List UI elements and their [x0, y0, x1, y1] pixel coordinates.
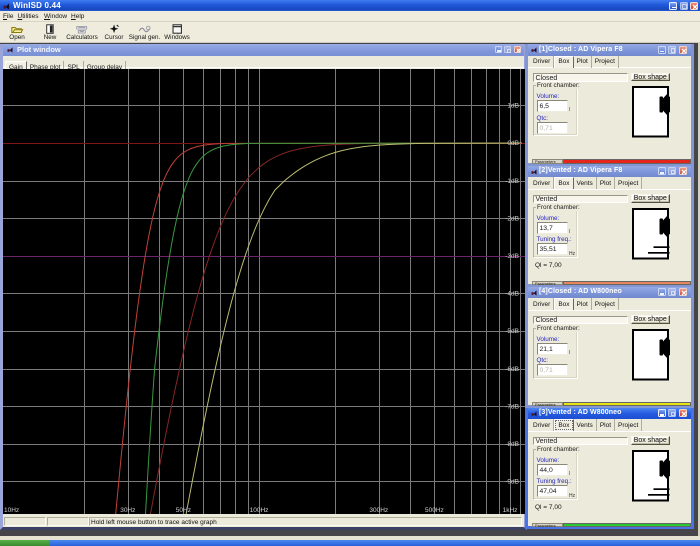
svg-text:-3dB: -3dB: [505, 253, 519, 260]
svg-text:-1dB: -1dB: [505, 178, 519, 185]
svg-text:-4dB: -4dB: [505, 291, 519, 298]
svg-text:-2dB: -2dB: [505, 215, 519, 222]
svg-text:100Hz: 100Hz: [250, 507, 269, 514]
svg-text:300Hz: 300Hz: [369, 507, 388, 514]
svg-text:-5dB: -5dB: [505, 328, 519, 335]
svg-text:500Hz: 500Hz: [425, 507, 444, 514]
svg-text:-7dB: -7dB: [505, 403, 519, 410]
svg-text:1dB: 1dB: [507, 103, 519, 110]
svg-text:10Hz: 10Hz: [4, 507, 19, 514]
svg-text:-9dB: -9dB: [505, 479, 519, 486]
svg-text:50Hz: 50Hz: [176, 507, 191, 514]
svg-text:-8dB: -8dB: [505, 441, 519, 448]
svg-text:30Hz: 30Hz: [120, 507, 135, 514]
svg-text:0dB: 0dB: [507, 140, 519, 147]
svg-text:1kHz: 1kHz: [503, 507, 518, 514]
svg-text:-6dB: -6dB: [505, 366, 519, 373]
